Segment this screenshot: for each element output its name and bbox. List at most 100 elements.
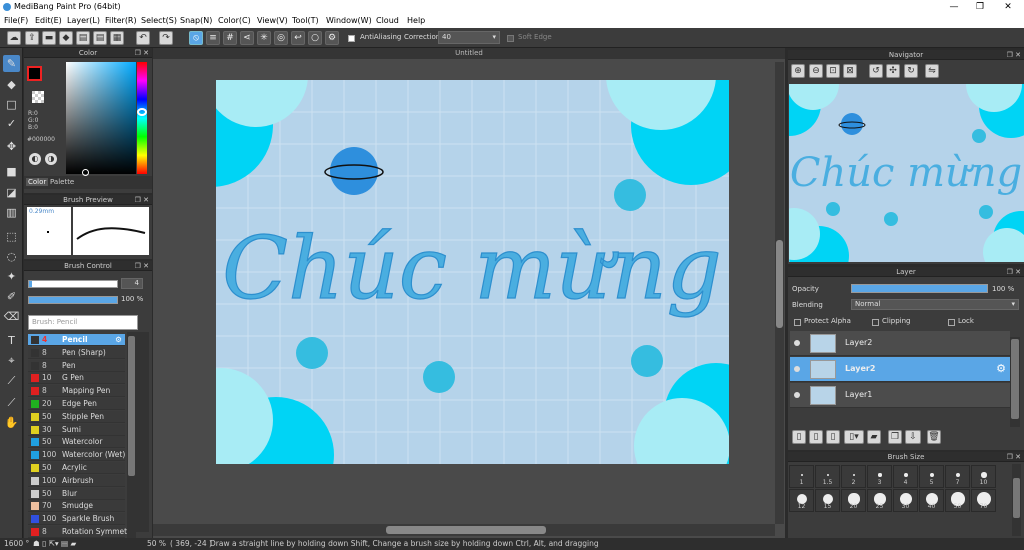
transparent-color-swatch[interactable] <box>32 91 44 103</box>
text-tool-icon[interactable]: T <box>3 332 20 349</box>
brush-size-cell[interactable]: 40 <box>919 489 944 512</box>
panel-close-icon[interactable]: ❐ ✕ <box>135 195 149 205</box>
brush-list-item[interactable]: 30 Sumi <box>28 423 125 436</box>
panel-close-icon[interactable]: ❐ ✕ <box>1007 267 1021 277</box>
new-layer-color-icon[interactable]: ▯ <box>809 430 823 444</box>
snap-parallel-icon[interactable]: ≡ <box>206 31 220 45</box>
menu-color[interactable]: Color(C) <box>218 14 251 28</box>
snap-radial-icon[interactable]: ⋖ <box>240 31 254 45</box>
zoom-fit-icon[interactable]: ⊡ <box>826 64 840 78</box>
new-layer-menu-icon[interactable]: ▯▾ <box>844 430 864 444</box>
menu-layer[interactable]: Layer(L) <box>67 14 100 28</box>
fill-tool-icon[interactable]: ◪ <box>3 184 20 201</box>
dot-tool-icon[interactable]: □ <box>3 96 20 113</box>
tab-color[interactable]: Color <box>26 178 49 186</box>
page-add-icon[interactable]: ▦ <box>110 31 124 45</box>
layer-row[interactable]: Layer2 <box>790 331 1010 356</box>
brush-list-item[interactable]: 4 Pencil ⚙ <box>28 334 125 346</box>
divide-tool-icon[interactable]: ⟋ <box>3 372 20 389</box>
zoom-out-icon[interactable]: ⊖ <box>809 64 823 78</box>
menu-snap[interactable]: Snap(N) <box>180 14 212 28</box>
palette-icon[interactable]: ◐ <box>29 153 41 165</box>
protect-alpha-checkbox[interactable] <box>794 318 801 327</box>
snap-ring-icon[interactable]: ○ <box>308 31 322 45</box>
antialiasing-checkbox[interactable] <box>348 34 355 43</box>
flip-icon[interactable]: ⇋ <box>925 64 939 78</box>
brush-list-item[interactable]: 100 Airbrush <box>28 474 125 487</box>
brush-size-cell[interactable]: 3 <box>867 465 892 488</box>
chat-icon[interactable]: ◆ <box>59 31 73 45</box>
select-eraser-icon[interactable]: ⌫ <box>3 308 20 325</box>
hand-tool-icon[interactable]: ✋ <box>3 414 20 431</box>
brush-size-cell[interactable]: 4 <box>893 465 918 488</box>
lasso-tool-icon[interactable]: ◌ <box>3 248 20 265</box>
snap-circle-icon[interactable]: ◎ <box>274 31 288 45</box>
brush-tool-icon[interactable]: ✎ <box>3 55 20 72</box>
select-pen-icon[interactable]: ✓ <box>3 115 20 132</box>
brush-size-value[interactable]: 4 <box>121 278 143 289</box>
minimize-button[interactable]: — <box>940 0 968 14</box>
undo-icon[interactable]: ↶ <box>136 31 150 45</box>
layer-row[interactable]: Layer2 ⚙ <box>790 357 1010 382</box>
brush-list-item[interactable]: 50 Acrylic <box>28 462 125 474</box>
layer-row[interactable]: Layer1 <box>790 383 1010 408</box>
layer-settings-icon[interactable]: ⚙ <box>996 362 1006 375</box>
panel-close-icon[interactable]: ❐ ✕ <box>135 261 149 271</box>
canvas-horizontal-scrollbar[interactable] <box>153 524 775 536</box>
snap-settings-icon[interactable]: ⚙ <box>325 31 339 45</box>
brush-size-scrollbar[interactable] <box>1012 464 1021 536</box>
layer-list-scrollbar[interactable] <box>1010 337 1020 427</box>
save-icon[interactable]: ⇪ <box>25 31 39 45</box>
snap-curve-icon[interactable]: ↩ <box>291 31 305 45</box>
rotate-reset-icon[interactable]: ✣ <box>886 64 900 78</box>
brush-list-item[interactable]: 20 Edge Pen <box>28 398 125 410</box>
primary-color-swatch[interactable] <box>27 66 42 81</box>
brush-size-cell[interactable]: 12 <box>789 489 814 512</box>
brush-list-item[interactable]: 50 Blur <box>28 487 125 500</box>
menu-edit[interactable]: Edit(E) <box>35 14 62 28</box>
brush-list-item[interactable]: 50 Watercolor <box>28 436 125 449</box>
brush-search-input[interactable]: Brush: Pencil <box>28 315 138 330</box>
brush-size-cell[interactable]: 2 <box>841 465 866 488</box>
brush-size-cell[interactable]: 10 <box>971 465 996 488</box>
brush-list-item[interactable]: 8 Mapping Pen <box>28 385 125 398</box>
folder-icon[interactable]: ▰ <box>867 430 881 444</box>
brush-size-cell[interactable]: 1 <box>789 465 814 488</box>
brush-size-cell[interactable]: 50 <box>945 489 970 512</box>
brush-size-cell[interactable]: 7 <box>945 465 970 488</box>
panel-close-icon[interactable]: ❐ ✕ <box>135 48 149 58</box>
document-tab[interactable]: Untitled <box>153 48 785 59</box>
brush-size-slider[interactable] <box>28 280 118 288</box>
layer-opacity-slider[interactable] <box>851 284 988 293</box>
menu-filter[interactable]: Filter(R) <box>105 14 137 28</box>
page-icon[interactable]: ▤ <box>76 31 90 45</box>
snap-off-icon[interactable]: ⦸ <box>189 31 203 45</box>
menu-file[interactable]: File(F) <box>4 14 28 28</box>
brush-list-item[interactable]: 8 Pen (Sharp) <box>28 346 125 359</box>
brush-list-item[interactable]: 100 Watercolor (Wet) <box>28 449 125 462</box>
rotate-left-icon[interactable]: ↺ <box>869 64 883 78</box>
panel-close-icon[interactable]: ❐ ✕ <box>1007 452 1021 462</box>
merge-layer-icon[interactable]: ⇩ <box>905 430 921 444</box>
panel-close-icon[interactable]: ❐ ✕ <box>1007 50 1021 60</box>
color-picker-square[interactable] <box>66 62 136 176</box>
shape-tool-icon[interactable]: ■ <box>3 163 20 180</box>
brush-size-cell[interactable]: 70 <box>971 489 996 512</box>
brush-size-cell[interactable]: 30 <box>893 489 918 512</box>
blending-select[interactable]: Normal ▾ <box>851 299 1019 310</box>
clipping-checkbox[interactable] <box>872 318 879 327</box>
select-rect-icon[interactable]: ⬚ <box>3 228 20 245</box>
select-pen-tool-icon[interactable]: ✐ <box>3 288 20 305</box>
lock-checkbox[interactable] <box>948 318 955 327</box>
menu-cloud[interactable]: Cloud <box>376 14 399 28</box>
new-layer-icon[interactable]: ▯ <box>792 430 806 444</box>
brush-size-cell[interactable]: 15 <box>815 489 840 512</box>
layer-visibility-icon[interactable] <box>794 340 800 346</box>
cloud-icon[interactable]: ☁ <box>7 31 21 45</box>
brush-settings-icon[interactable]: ⚙ <box>115 334 122 346</box>
menu-window[interactable]: Window(W) <box>326 14 372 28</box>
delete-layer-icon[interactable]: 🗑 <box>927 430 941 444</box>
maximize-button[interactable]: ❐ <box>966 0 994 14</box>
brush-list-item[interactable]: 100 Sparkle Brush <box>28 513 125 526</box>
brush-list-item[interactable]: 10 G Pen <box>28 372 125 385</box>
